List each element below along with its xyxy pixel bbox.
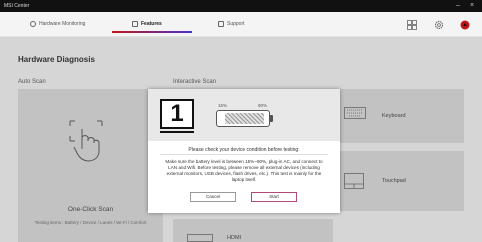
dialog-header: 1 15% 90% — [148, 89, 340, 141]
gear-icon[interactable] — [434, 20, 444, 30]
one-click-scan-title: One-Click Scan — [67, 206, 114, 213]
gauge-icon — [30, 21, 36, 27]
dialog-title: Please check your device condition befor… — [188, 147, 300, 153]
window-title: MSI Center — [4, 3, 30, 9]
dialog-body: Make sure the battery level is between 1… — [165, 159, 323, 182]
keyboard-test-card[interactable]: Keyboard — [340, 89, 464, 143]
hdmi-icon — [187, 234, 213, 242]
grid-icon[interactable] — [407, 20, 417, 30]
keyboard-label: Keyboard — [382, 113, 406, 119]
minimize-icon[interactable]: – — [456, 1, 460, 11]
battery-max-label: 90% — [258, 103, 268, 108]
testing-items-text: Testing items : Battery / Device / Lanes… — [34, 220, 147, 225]
tab-hardware-monitoring[interactable]: Hardware Monitoring — [30, 18, 85, 30]
one-click-scan-card[interactable]: One-Click Scan Testing items : Battery /… — [18, 89, 163, 242]
support-icon — [218, 21, 224, 27]
title-bar: MSI Center – × — [0, 0, 482, 12]
features-icon — [132, 21, 138, 27]
tab-label: Support — [227, 21, 245, 27]
battery-range-fill — [224, 113, 264, 124]
hdmi-test-card[interactable]: HDMI — [173, 219, 333, 242]
touchpad-test-card[interactable]: Touchpad — [340, 151, 464, 211]
step-underline — [160, 131, 194, 133]
top-nav: Hardware Monitoring Features Support — [0, 12, 482, 37]
touchpad-icon — [344, 173, 364, 189]
start-button[interactable]: Start — [251, 192, 297, 202]
close-icon[interactable]: × — [470, 1, 474, 11]
battery-icon — [216, 110, 270, 127]
touchpad-label: Touchpad — [382, 178, 406, 184]
battery-min-label: 15% — [218, 103, 228, 108]
step-number: 1 — [160, 99, 194, 129]
tab-label: Hardware Monitoring — [39, 21, 86, 27]
interactive-scan-label: Interactive Scan — [173, 79, 217, 85]
active-tab-underline — [112, 31, 192, 33]
msi-dragon-icon[interactable] — [460, 20, 470, 30]
page-title: Hardware Diagnosis — [18, 55, 95, 64]
tab-support[interactable]: Support — [218, 18, 245, 30]
pre-test-dialog: 1 15% 90% Please check your device condi… — [148, 89, 340, 213]
hdmi-label: HDMI — [227, 235, 242, 241]
cancel-button[interactable]: Cancel — [190, 192, 236, 202]
touch-scan-icon — [69, 120, 103, 162]
battery-terminal — [270, 115, 273, 122]
dialog-divider — [160, 154, 328, 155]
tab-label: Features — [141, 21, 162, 27]
tab-features[interactable]: Features — [132, 18, 162, 30]
keyboard-icon — [344, 107, 366, 119]
auto-scan-label: Auto Scan — [18, 79, 46, 85]
